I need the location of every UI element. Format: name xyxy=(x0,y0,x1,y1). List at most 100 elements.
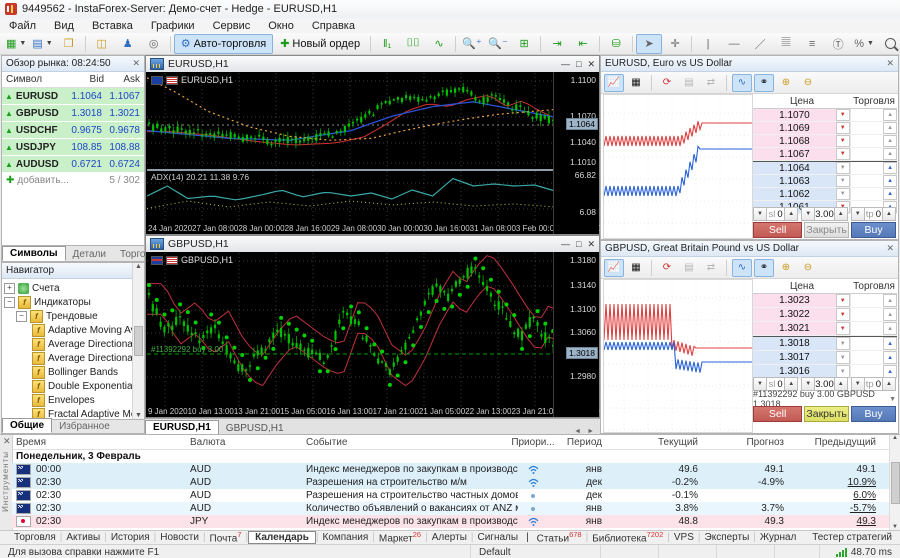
gbpusd-chart-body[interactable]: GBPUSD,H1 #11392292 buy 3.00 9 Jan 20201… xyxy=(146,252,599,417)
data-window-button[interactable]: ◫ xyxy=(89,34,115,54)
scroll-thumb[interactable] xyxy=(891,462,900,504)
vertical-line-tool-icon[interactable]: | xyxy=(695,34,721,54)
col-actual[interactable]: Текущий xyxy=(618,437,704,448)
symbol-row[interactable]: ▲AUDUSD0.67210.6724 xyxy=(2,156,144,173)
tab-journal[interactable]: Журнал xyxy=(756,532,801,543)
calendar-scrollbar[interactable]: ▲▼ xyxy=(889,435,900,530)
symbol-row[interactable]: ▲EURUSD1.10641.1067 xyxy=(2,88,144,105)
channel-tool-icon[interactable]: ≡ xyxy=(799,34,825,54)
calendar-row[interactable]: 02:30 JPY Индекс менеджеров по закупкам … xyxy=(12,515,890,528)
navigator-scrollbar[interactable]: ▲▼ xyxy=(132,263,144,419)
gbpusd-price-axis[interactable]: 1.3180 1.3140 1.3100 1.3060 1.2980 1.301… xyxy=(553,252,599,417)
dom-chart-mode-icon[interactable]: 📈 xyxy=(604,259,624,277)
buy-step-icon[interactable]: ▲ xyxy=(883,135,897,147)
symbol-row[interactable]: ▲USDCHF0.96750.9678 xyxy=(2,122,144,139)
tab-eurusd-chart[interactable]: EURUSD,H1 xyxy=(145,420,219,435)
eurusd-window-titlebar[interactable]: EURUSD,H1 —□✕ xyxy=(146,56,599,73)
calendar-row[interactable]: 02:30 AUD Разрешения на строительство м/… xyxy=(12,476,890,489)
dom-row-ask[interactable]: 1.1067▼▲ xyxy=(753,148,897,161)
symbol-row[interactable]: ▲GBPUSD1.30181.3021 xyxy=(2,105,144,122)
tree-item-indicator[interactable]: fBollinger Bands xyxy=(4,365,144,379)
tab-favorites[interactable]: Избранное xyxy=(52,420,117,433)
close-icon[interactable]: ✕ xyxy=(886,244,894,253)
profiles-button[interactable]: ▤▼ xyxy=(29,34,55,54)
tile-windows-icon[interactable]: ⊞ xyxy=(511,34,537,54)
dom-zoom-out-icon[interactable]: ⊖ xyxy=(798,259,818,277)
col-ask[interactable]: Ask xyxy=(108,74,144,85)
buy-step-icon[interactable]: ▲ xyxy=(883,175,897,187)
open-position-row[interactable]: #11392292 buy 3.00 GBPUSD 1.3018 ▼ xyxy=(753,393,896,405)
lot-stepper[interactable]: ▼3.00▲ xyxy=(801,207,848,221)
zoom-out-icon[interactable]: 🔍⁻ xyxy=(485,34,511,54)
market-watch-button[interactable]: ❒ xyxy=(56,34,82,54)
tree-item-indicators[interactable]: −fИндикаторы xyxy=(4,295,144,309)
tree-item-indicator[interactable]: fAdaptive Moving Av xyxy=(4,323,144,337)
gbpusd-main-chart-canvas[interactable] xyxy=(147,253,555,406)
buy-step-icon[interactable]: ▲ xyxy=(883,188,897,200)
eurusd-chart-body[interactable]: EURUSD,H1 ADX(14) 20.21 11.38 9.76 24 Ja… xyxy=(146,72,599,234)
tick-chart-icon[interactable]: ∿ xyxy=(732,74,752,92)
sell-button[interactable]: Sell xyxy=(753,406,802,422)
chevron-down-icon[interactable]: ▼ xyxy=(889,396,896,403)
buy-step-icon[interactable]: ▲ xyxy=(883,148,897,160)
gbpusd-window-titlebar[interactable]: GBPUSD,H1 —□✕ xyxy=(146,236,599,253)
buy-step-icon[interactable]: ▲ xyxy=(883,162,897,174)
close-icon[interactable]: ✕ xyxy=(886,59,894,68)
sell-step-icon[interactable]: ▼ xyxy=(836,148,850,160)
sell-step-icon[interactable]: ▼ xyxy=(836,122,850,134)
group-prices-icon[interactable]: ⚭ xyxy=(754,74,774,92)
dom-row-bid[interactable]: 1.1064▼▲ xyxy=(753,161,897,175)
scroll-up-icon[interactable]: ▲ xyxy=(135,263,142,270)
buy-step-icon[interactable]: ▲ xyxy=(883,322,897,335)
dom-row-ask[interactable]: 1.1069▼▲ xyxy=(753,122,897,135)
tree-item-indicator[interactable]: fAverage Directional xyxy=(4,351,144,365)
sell-step-icon[interactable]: ▼ xyxy=(836,351,850,364)
tp-stepper[interactable]: ▼tp0▲ xyxy=(851,207,896,221)
candle-chart-mode-icon[interactable]: ⌷⌷ xyxy=(400,34,426,54)
menu-help[interactable]: Справка xyxy=(303,20,364,32)
tab-calendar[interactable]: Календарь xyxy=(248,531,316,544)
scroll-down-icon[interactable]: ▼ xyxy=(135,412,142,419)
col-bid[interactable]: Bid xyxy=(72,74,108,85)
sell-step-icon[interactable]: ▼ xyxy=(836,175,850,187)
dom-zoom-in-icon[interactable]: ⊕ xyxy=(776,74,796,92)
tab-news[interactable]: Новости xyxy=(156,532,203,543)
status-latency[interactable]: 48.70 ms xyxy=(819,545,900,558)
terminal-button[interactable]: ◎ xyxy=(141,34,167,54)
tree-item-trend[interactable]: −fТрендовые xyxy=(4,309,144,323)
col-symbol[interactable]: Символ xyxy=(2,74,72,85)
dom-row-ask[interactable]: 1.3022▼▲ xyxy=(753,308,897,322)
eurusd-price-axis[interactable]: 1.1100 1.1070 1.1040 1.1010 1.1064 66.82… xyxy=(553,72,599,234)
minimize-icon[interactable]: — xyxy=(561,59,570,70)
new-chart-button[interactable]: ▦▼ xyxy=(3,34,29,54)
tab-mail[interactable]: Почта7 xyxy=(206,530,246,544)
sell-step-icon[interactable]: ▼ xyxy=(836,308,850,321)
dom-row-bid[interactable]: 1.1063▼▲ xyxy=(753,175,897,188)
calendar-row[interactable]: 00:00 AUD Индекс менеджеров по закупкам … xyxy=(12,463,890,476)
close-position-button[interactable]: Закрыть xyxy=(804,222,849,238)
tree-item-indicator[interactable]: fAverage Directional xyxy=(4,337,144,351)
auto-scroll-icon[interactable]: ⇥ xyxy=(544,34,570,54)
dom-zoom-in-icon[interactable]: ⊕ xyxy=(776,259,796,277)
tab-assets[interactable]: Активы xyxy=(62,532,104,543)
col-currency[interactable]: Валюта xyxy=(190,437,306,448)
col-previous[interactable]: Предыдущий xyxy=(790,437,882,448)
sell-step-icon[interactable]: ▼ xyxy=(836,294,850,307)
tab-vps[interactable]: VPS xyxy=(670,532,698,543)
menu-window[interactable]: Окно xyxy=(259,20,303,32)
calendar-row[interactable]: 02:30 AUD Количество объявлений о ваканс… xyxy=(12,502,890,515)
group-prices-icon[interactable]: ⚭ xyxy=(754,259,774,277)
col-priority[interactable]: Приори... xyxy=(518,437,548,448)
buy-step-icon[interactable]: ▲ xyxy=(883,308,897,321)
sell-step-icon[interactable]: ▼ xyxy=(836,337,850,350)
sl-stepper[interactable]: ▼sl0▲ xyxy=(753,207,798,221)
menu-view[interactable]: Вид xyxy=(45,20,83,32)
tab-experts[interactable]: Эксперты xyxy=(701,532,754,543)
dom-row-ask[interactable]: 1.1070▼▲ xyxy=(753,109,897,122)
tick-chart-icon[interactable]: ∿ xyxy=(732,259,752,277)
navigator-button[interactable]: ♟ xyxy=(115,34,141,54)
tab-articles[interactable]: Статьи678 xyxy=(533,530,586,544)
strategy-tester-link[interactable]: Тестер стратегий xyxy=(812,532,900,543)
tab-alerts[interactable]: Алерты xyxy=(428,532,471,543)
chart-shift-icon[interactable]: ⇤ xyxy=(570,34,596,54)
